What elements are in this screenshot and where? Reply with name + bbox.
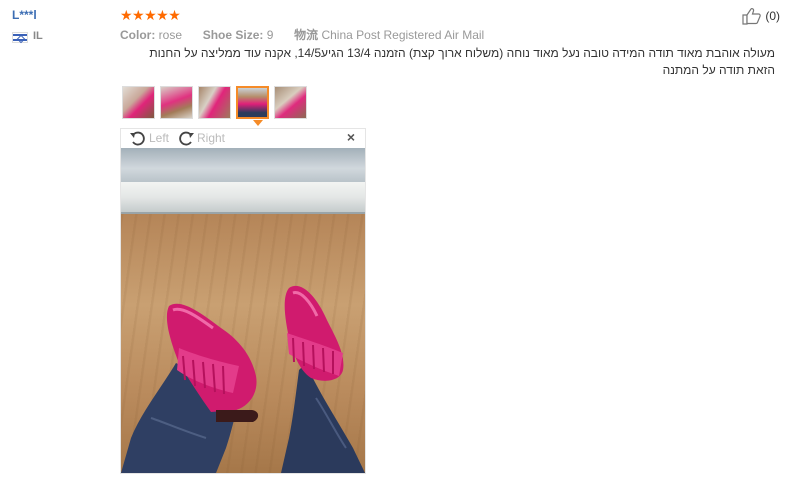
rotate-right-label: Right: [197, 131, 226, 145]
rotate-left-icon: [130, 131, 145, 146]
photo-thumbnail[interactable]: [160, 86, 193, 119]
review-photo: [121, 148, 365, 473]
rotate-right-button[interactable]: Right: [177, 130, 225, 146]
review-body: מעולה אוהבת מאוד תודה המידה טובה נעל מאו…: [149, 46, 775, 77]
color-label: Color:: [120, 28, 156, 42]
photo-thumbnail[interactable]: [122, 86, 155, 119]
active-thumbnail-caret: [253, 120, 263, 126]
photo-viewer: Left Right ×: [120, 128, 366, 474]
photo-thumbnail-active[interactable]: [236, 86, 269, 119]
reviewer-country: IL: [33, 30, 43, 42]
reviewer-name: L***l: [12, 8, 37, 22]
order-attributes: Color: rose Shoe Size: 9 物流 China Post R…: [120, 26, 484, 43]
size-value: 9: [266, 28, 274, 42]
photo-thumbnail[interactable]: [198, 86, 231, 119]
helpful-button[interactable]: (0): [742, 7, 780, 25]
shoes-photo-illustration: [121, 285, 365, 473]
viewer-toolbar: Left Right ×: [121, 129, 365, 148]
thumbs-up-icon: [742, 8, 762, 25]
photo-thumbnail[interactable]: [274, 86, 307, 119]
israel-flag-icon: [12, 32, 28, 43]
rotate-left-button[interactable]: Left: [129, 130, 169, 146]
shipping-value: China Post Registered Air Mail: [321, 28, 485, 42]
rating-stars: ★★★★★: [120, 7, 181, 23]
close-viewer-button[interactable]: ×: [347, 129, 355, 145]
helpful-count: (0): [765, 9, 780, 23]
rotate-left-label: Left: [149, 131, 170, 145]
photo-thumbnails: [122, 86, 307, 119]
color-value: rose: [158, 28, 183, 42]
shipping-label: 物流: [294, 28, 319, 42]
rotate-right-icon: [179, 131, 194, 146]
size-label: Shoe Size:: [202, 28, 264, 42]
